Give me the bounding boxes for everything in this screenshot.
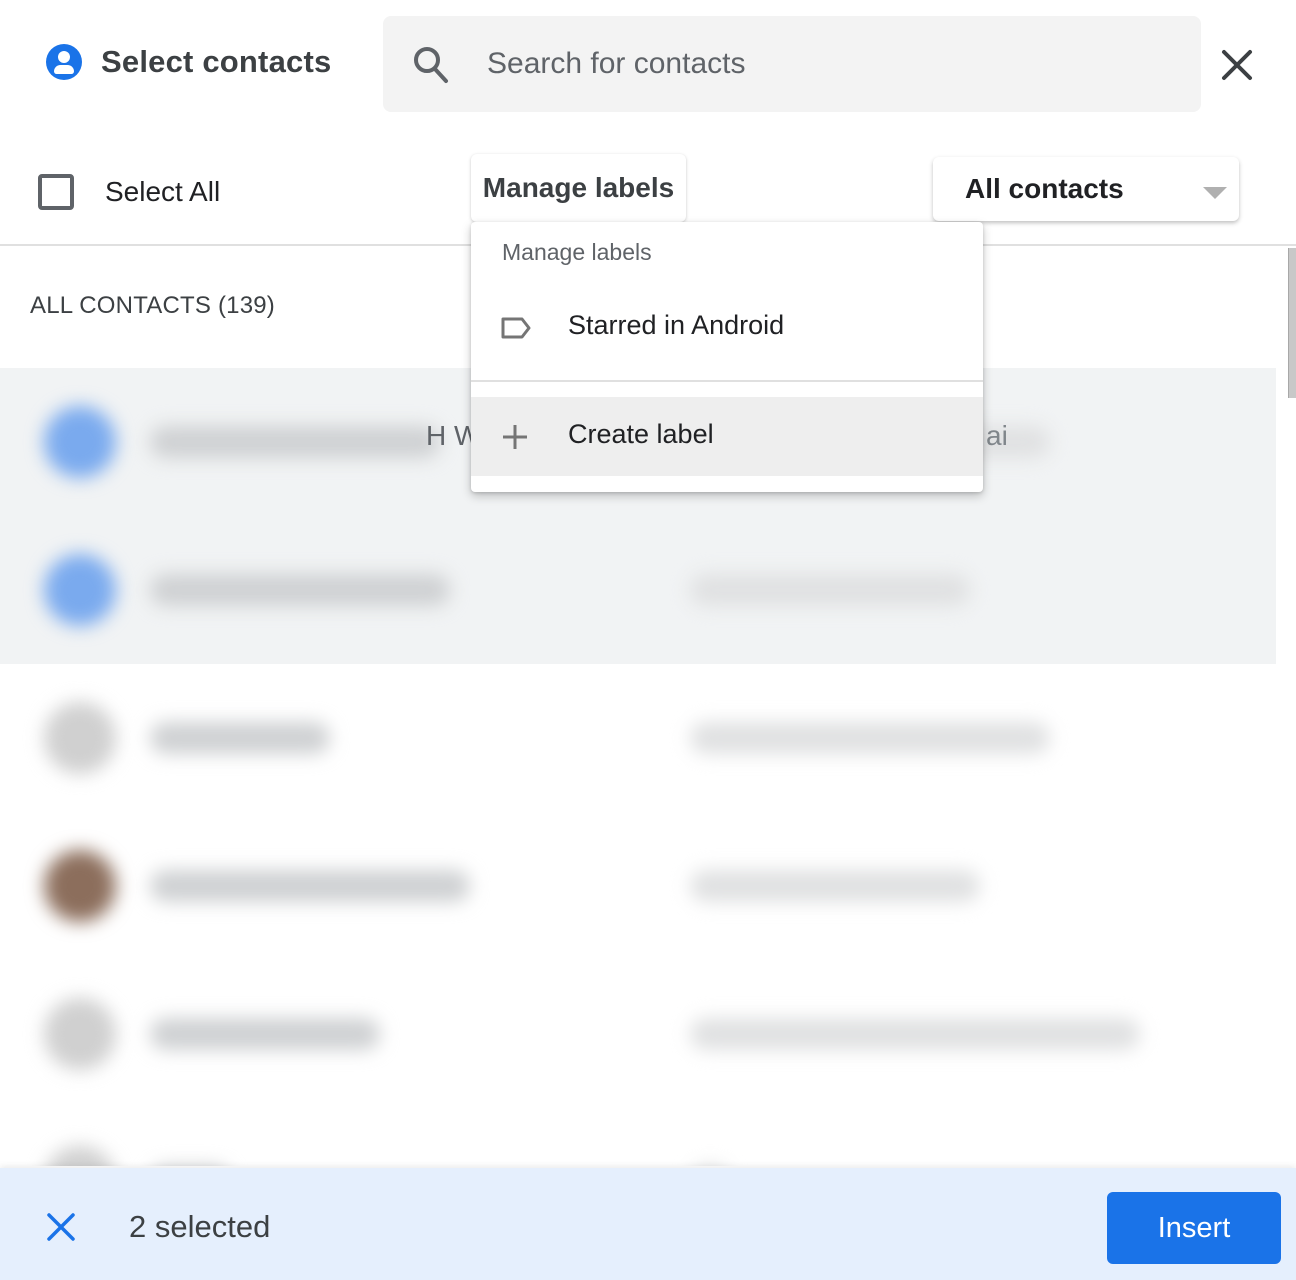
- app-title-text: Select contacts: [101, 44, 332, 79]
- contact-row[interactable]: [0, 960, 1276, 1108]
- contact-name-redacted: [150, 574, 450, 606]
- label-icon: [501, 317, 531, 339]
- contacts-filter-select[interactable]: All contacts: [933, 157, 1239, 221]
- checkbox-box[interactable]: [38, 174, 74, 210]
- menu-item-create-label[interactable]: Create label: [471, 397, 983, 476]
- manage-labels-menu: Manage labels Starred in Android Create …: [471, 222, 983, 492]
- menu-item-starred-in-android[interactable]: Starred in Android: [471, 292, 983, 364]
- selected-count: 2 selected: [129, 1209, 271, 1244]
- avatar: [44, 1146, 116, 1166]
- section-heading: ALL CONTACTS (139): [30, 292, 275, 319]
- list-scrollbar[interactable]: [1288, 248, 1296, 398]
- menu-divider: [471, 380, 983, 382]
- avatar: [44, 702, 116, 774]
- menu-item-label: Create label: [568, 419, 714, 449]
- close-icon[interactable]: [1214, 42, 1260, 88]
- selection-bar: 2 selected Insert: [0, 1168, 1296, 1280]
- contact-name-redacted: [150, 722, 330, 754]
- contact-row[interactable]: [0, 664, 1276, 812]
- menu-header: Manage labels: [502, 239, 652, 265]
- contact-icon: [46, 44, 82, 80]
- contact-email-redacted: [690, 574, 970, 606]
- contact-row[interactable]: [0, 1108, 1276, 1166]
- contact-email-redacted: [690, 1018, 1140, 1050]
- search-box[interactable]: [383, 16, 1201, 112]
- avatar: [44, 998, 116, 1070]
- obscured-email-fragment: ai: [986, 420, 1008, 451]
- avatar: [44, 554, 116, 626]
- dialog-header: Select contacts: [0, 0, 1296, 128]
- contact-name-redacted: [150, 1018, 380, 1050]
- clear-selection-icon[interactable]: [44, 1210, 78, 1244]
- menu-item-label: Starred in Android: [568, 310, 785, 340]
- search-input[interactable]: [487, 42, 1167, 86]
- plus-icon: [503, 425, 527, 449]
- contact-row[interactable]: [0, 812, 1276, 960]
- contact-row[interactable]: [0, 516, 1276, 664]
- avatar: [44, 850, 116, 922]
- avatar: [44, 406, 116, 478]
- insert-button[interactable]: Insert: [1107, 1192, 1281, 1264]
- select-all-checkbox[interactable]: Select All: [38, 174, 220, 210]
- select-all-label: Select All: [105, 176, 221, 207]
- contact-email-redacted: [690, 870, 980, 902]
- filter-select-value: All contacts: [965, 173, 1124, 204]
- contact-name-redacted: [150, 870, 470, 902]
- app-title: Select contacts: [46, 44, 331, 80]
- contact-name-redacted: [150, 426, 440, 458]
- contact-email-redacted: [690, 722, 1050, 754]
- caret-down-icon: [1203, 187, 1227, 199]
- search-icon: [414, 47, 448, 83]
- manage-labels-button[interactable]: Manage labels: [471, 154, 686, 222]
